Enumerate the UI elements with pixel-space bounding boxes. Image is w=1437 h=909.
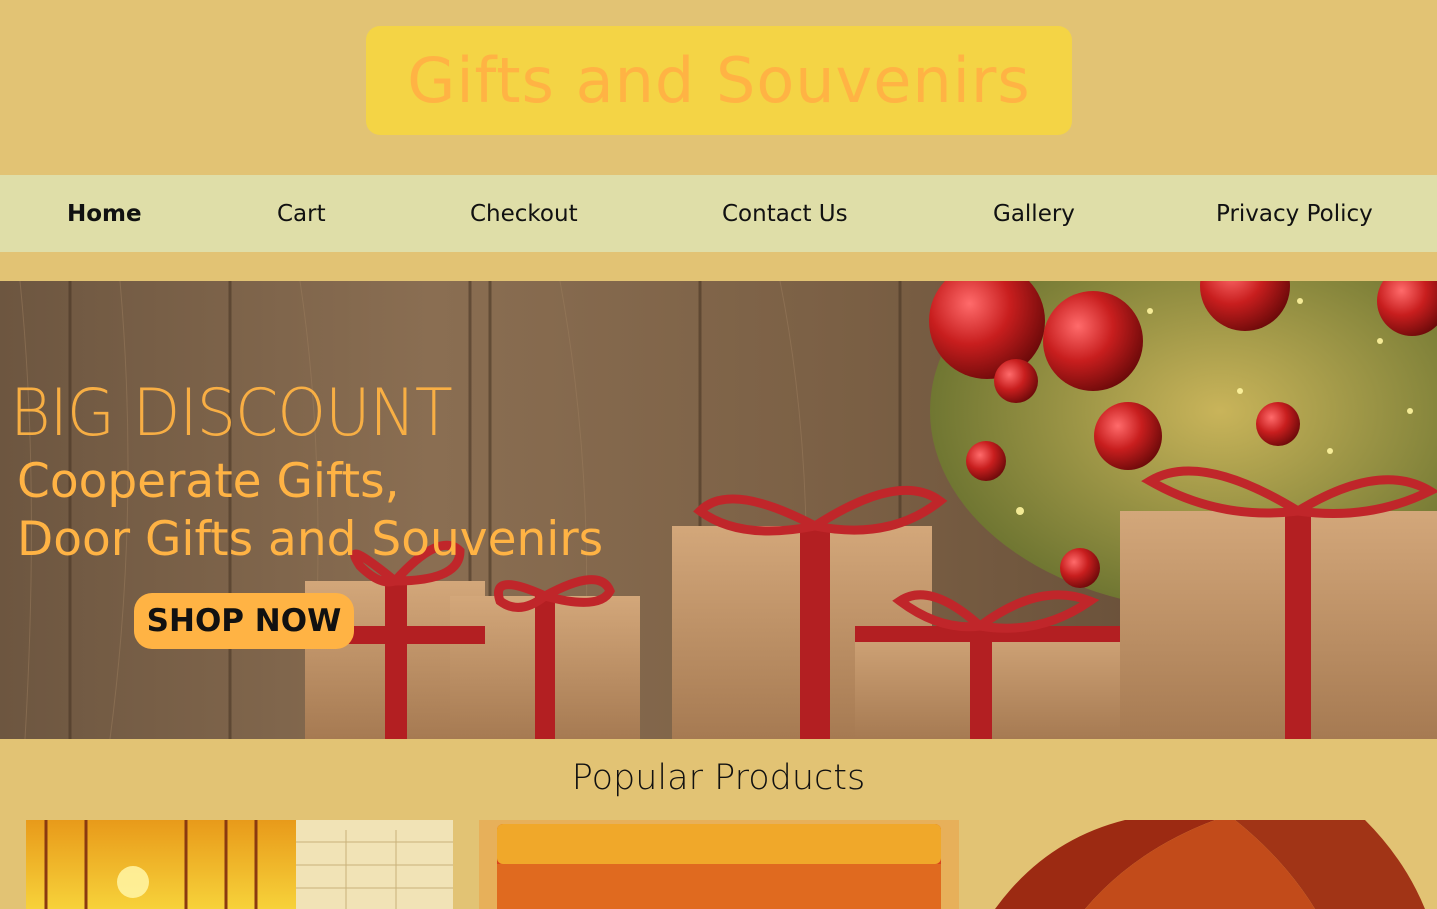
shop-now-button[interactable]: SHOP NOW [134, 593, 354, 649]
gift-box-product-image [479, 820, 959, 909]
nav-item-home[interactable]: Home [67, 175, 142, 252]
hero-heading: BIG DISCOUNT [10, 374, 453, 451]
popular-products-title: Popular Products [571, 758, 866, 798]
nav-item-gallery[interactable]: Gallery [993, 175, 1075, 252]
product-card-gift-box[interactable] [479, 820, 959, 909]
nav-item-cart[interactable]: Cart [277, 175, 326, 252]
nav-item-privacy-policy[interactable]: Privacy Policy [1216, 175, 1373, 252]
site-logo[interactable]: Gifts and Souvenirs [366, 26, 1072, 135]
hero-subheading-line-2: Door Gifts and Souvenirs [17, 512, 604, 567]
hero-subheading: Cooperate Gifts, Door Gifts and Souvenir… [17, 453, 603, 569]
calendar-product-image [26, 820, 453, 909]
nav-item-contact-us[interactable]: Contact Us [722, 175, 848, 252]
hero-subheading-line-1: Cooperate Gifts, [17, 454, 400, 509]
bag-product-image [985, 820, 1437, 909]
logo-text: Gifts and Souvenirs [407, 44, 1031, 117]
main-nav: Home Cart Checkout Contact Us Gallery Pr… [0, 175, 1437, 252]
product-card-bag[interactable] [985, 820, 1437, 909]
product-card-calendar[interactable] [26, 820, 453, 909]
hero-banner: BIG DISCOUNT Cooperate Gifts, Door Gifts… [0, 281, 1437, 739]
nav-item-checkout[interactable]: Checkout [470, 175, 578, 252]
